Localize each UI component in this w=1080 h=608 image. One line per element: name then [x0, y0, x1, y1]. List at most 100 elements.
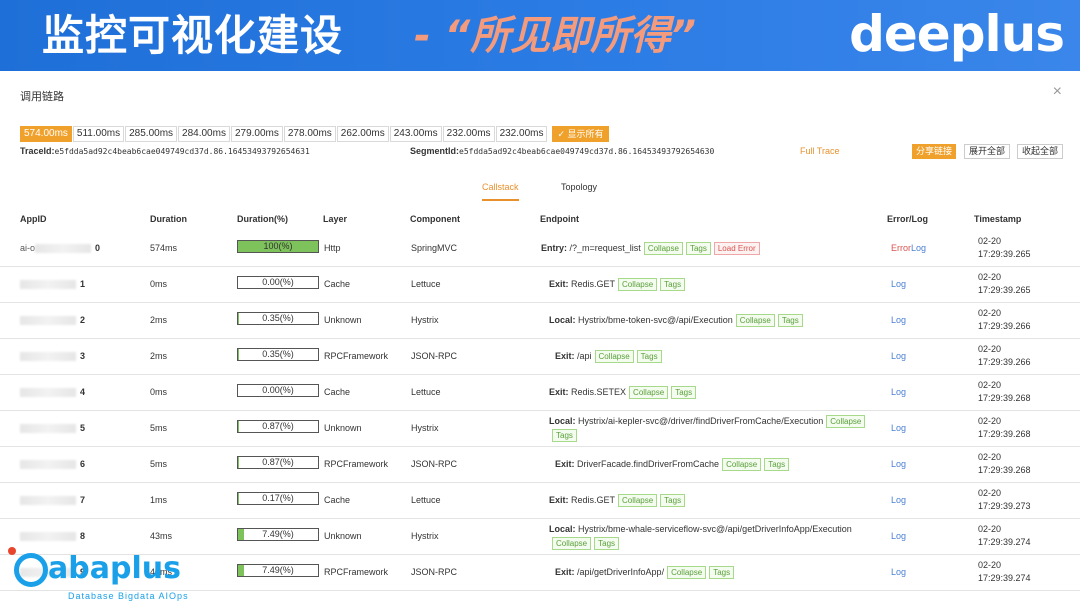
tags-tag[interactable]: Tags [671, 386, 697, 400]
table-row[interactable]: ai-o 0 574ms 100(%) Http SpringMVC Entry: /?_m… [0, 231, 1080, 267]
trace-panel: 调用链路 × 574.00ms 511.00ms 285.00ms 284.00ms 2… [0, 71, 1080, 608]
duration-tab[interactable]: 284.00ms [178, 126, 230, 142]
table-row[interactable]: 5 5ms 0.87(%) Unknown Hystrix Local: Hystrix/… [0, 411, 1080, 447]
table-row[interactable]: 7 1ms 0.17(%) Cache Lettuce Exit: Redis.GET Co… [0, 483, 1080, 519]
table-row[interactable]: 1 0ms 0.00(%) Cache Lettuce Exit: Redis.GET Co… [0, 267, 1080, 303]
log-link[interactable]: Log [891, 459, 906, 469]
collapse-tag[interactable]: Collapse [618, 494, 658, 508]
duration-pct-label: 100(%) [263, 241, 293, 251]
layer-value: RPCFramework [324, 459, 389, 469]
tab-topology[interactable]: Topology [561, 181, 597, 201]
collapse-tag[interactable]: Collapse [618, 278, 658, 292]
collapse-tag[interactable]: Collapse [594, 350, 634, 364]
log-link[interactable]: Log [891, 315, 906, 325]
tags-tag[interactable]: Tags [660, 494, 686, 508]
layer-value: Unknown [324, 423, 362, 433]
tags-tag[interactable]: Tags [636, 350, 662, 364]
component-value: JSON-RPC [411, 567, 458, 577]
collapse-tag[interactable]: Collapse [722, 458, 762, 472]
duration-pct-label: 0.00(%) [262, 277, 294, 287]
timestamp: 02-20 17:29:39.268 [978, 379, 1031, 405]
app-id: 7 [20, 495, 86, 506]
duration-tab[interactable]: 232.00ms [442, 126, 495, 142]
timestamp: 02-20 17:29:39.266 [978, 343, 1031, 369]
duration-tab[interactable]: 232.00ms [495, 126, 548, 142]
header-layer: Layer [323, 214, 348, 224]
table-row[interactable]: 2 2ms 0.35(%) Unknown Hystrix Local: Hystrix/… [0, 303, 1080, 339]
log-link[interactable]: Log [891, 351, 906, 361]
endpoint-cell: Exit: DriverFacade.findDriverFromCache Co… [555, 457, 885, 472]
log-link[interactable]: Log [891, 279, 906, 289]
collapse-tag[interactable]: Collapse [552, 537, 592, 551]
tags-tag[interactable]: Tags [685, 242, 711, 256]
tags-tag[interactable]: Tags [594, 537, 620, 551]
duration-pct-label: 0.87(%) [262, 421, 294, 431]
tags-tag[interactable]: Tags [660, 278, 686, 292]
timestamp-time: 17:29:39.273 [978, 501, 1031, 511]
endpoint-path: /api [574, 351, 592, 361]
table-row[interactable]: 4 0ms 0.00(%) Cache Lettuce Exit: Redis.SETEX… [0, 375, 1080, 411]
table-row[interactable]: 3 2ms 0.35(%) RPCFramework JSON-RPC Exit: /ap… [0, 339, 1080, 375]
duration-tab[interactable]: 574.00ms [20, 126, 72, 142]
log-link[interactable]: Log [891, 495, 906, 505]
log-link[interactable]: Log [891, 423, 906, 433]
error-link[interactable]: Error [891, 243, 911, 253]
expand-all-button[interactable]: 展开全部 [964, 144, 1011, 159]
tags-tag[interactable]: Tags [777, 314, 803, 328]
layer-value: Http [324, 243, 341, 253]
timestamp: 02-20 17:29:39.265 [978, 235, 1031, 261]
collapse-all-button[interactable]: 收起全部 [1017, 144, 1064, 159]
timestamp-time: 17:29:39.274 [978, 573, 1031, 583]
duration-progress-bar: 0.87(%) [237, 420, 319, 433]
banner-title: 监控可视化建设 [42, 11, 344, 60]
show-all-button[interactable]: ✓ 显示所有 [552, 126, 609, 142]
timestamp: 02-20 17:29:39.268 [978, 415, 1031, 441]
duration-value: 574ms [150, 243, 178, 253]
close-icon[interactable]: × [1053, 83, 1062, 101]
share-link-button[interactable]: 分享链接 [912, 144, 957, 159]
error-log-cell: Log [891, 423, 906, 433]
header-endpoint: Endpoint [540, 214, 579, 224]
collapse-tag[interactable]: Collapse [643, 242, 683, 256]
duration-tab[interactable]: 511.00ms [72, 126, 125, 142]
tab-callstack[interactable]: Callstack [482, 181, 519, 201]
duration-tab[interactable]: 262.00ms [336, 126, 389, 142]
collapse-tag[interactable]: Collapse [826, 415, 866, 429]
table-row[interactable]: 6 5ms 0.87(%) RPCFramework JSON-RPC Exit: Dri… [0, 447, 1080, 483]
duration-progress-bar: 0.35(%) [237, 348, 319, 361]
duration-tab[interactable]: 278.00ms [283, 126, 336, 142]
redacted-mask [20, 460, 76, 470]
app-id: 4 [20, 387, 85, 398]
duration-value: 5ms [150, 423, 168, 433]
error-log-cell: Log [891, 531, 906, 541]
timestamp-date: 02-20 [978, 308, 1002, 318]
collapse-tag[interactable]: Collapse [667, 566, 707, 580]
span-index: 7 [80, 495, 86, 505]
tags-tag[interactable]: Tags [764, 458, 790, 472]
duration-pct-label: 0.17(%) [262, 493, 294, 503]
timestamp-time: 17:29:39.268 [978, 465, 1031, 475]
collapse-tag[interactable]: Collapse [735, 314, 775, 328]
duration-value: 0ms [150, 279, 168, 289]
error-log-cell: Log [891, 567, 906, 577]
log-link[interactable]: Log [891, 567, 906, 577]
duration-tab[interactable]: 279.00ms [230, 126, 283, 142]
collapse-tag[interactable]: Collapse [629, 386, 669, 400]
redacted-mask [20, 388, 76, 398]
tags-tag[interactable]: Tags [552, 429, 577, 443]
timestamp-date: 02-20 [978, 236, 1002, 246]
redacted-mask [35, 244, 92, 254]
full-trace-link[interactable]: Full Trace [800, 146, 840, 156]
slide-banner: 监控可视化建设 - “所见即所得” deeplus [0, 0, 1080, 71]
log-link[interactable]: Log [911, 243, 926, 253]
endpoint-kind: Local: [549, 315, 576, 325]
log-link[interactable]: Log [891, 531, 906, 541]
duration-progress-bar: 7.49(%) [237, 528, 319, 541]
duration-tabs: 574.00ms 511.00ms 285.00ms 284.00ms 279.00ms… [20, 126, 609, 142]
duration-tab[interactable]: 285.00ms [125, 126, 178, 142]
tags-tag[interactable]: Tags [709, 566, 735, 580]
duration-tab[interactable]: 243.00ms [389, 126, 442, 142]
load-error-tag[interactable]: Load Error [713, 242, 760, 256]
log-link[interactable]: Log [891, 387, 906, 397]
timestamp: 02-20 17:29:39.274 [978, 523, 1031, 549]
